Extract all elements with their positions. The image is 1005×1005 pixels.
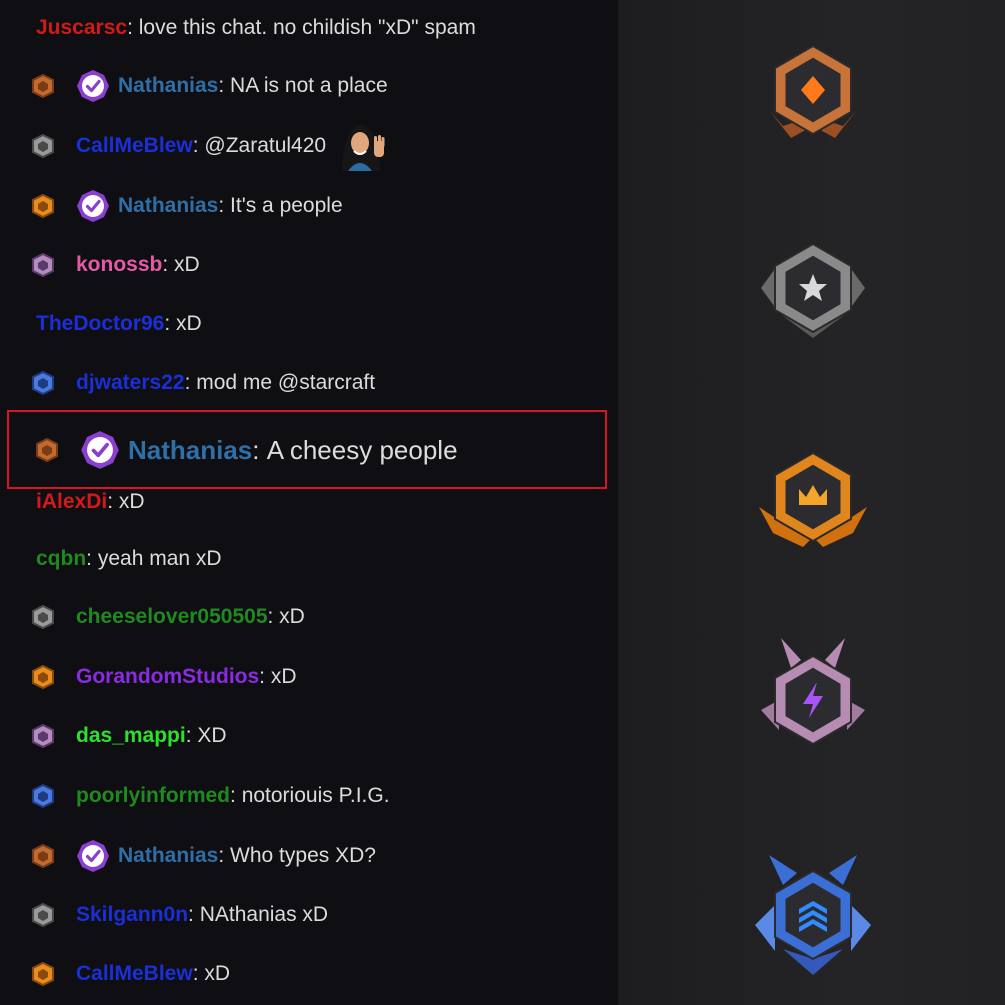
chat-message: Nathanias: It's a people — [30, 188, 343, 224]
silver-rank-icon — [761, 242, 865, 338]
rank-sidebar — [618, 0, 1005, 1005]
chat-text: @Zaratul420 — [204, 134, 327, 157]
chat-username[interactable]: Nathanias — [118, 194, 218, 218]
chat-username[interactable]: cqbn — [36, 547, 86, 571]
chat-message: CallMeBlew: xD — [30, 956, 230, 992]
purple-badge-icon — [32, 723, 54, 749]
chat-message: iAlexDi: xD — [36, 484, 145, 520]
chat-separator: : — [267, 605, 280, 628]
silver-badge-icon — [32, 133, 54, 159]
chat-text: mod me @starcraft — [196, 371, 376, 394]
chat-username[interactable]: CallMeBlew — [76, 962, 193, 986]
chat-message: das_mappi: XD — [30, 718, 227, 754]
chat-separator: : — [127, 16, 139, 39]
bronze-badge-icon — [32, 73, 54, 99]
chat-message: Nathanias: NA is not a place — [30, 68, 388, 104]
chat-message: poorlyinformed: notoriouis P.I.G. — [30, 778, 390, 814]
gold-badge-icon — [32, 961, 54, 987]
chat-separator: : — [218, 844, 231, 867]
chat-separator: : — [259, 665, 271, 688]
chat-text: It's a people — [230, 194, 343, 217]
chat-username[interactable]: djwaters22 — [76, 371, 185, 395]
chat-username[interactable]: CallMeBlew — [76, 134, 193, 158]
chat-text: Who types XD? — [230, 844, 376, 867]
chat-separator: : — [218, 74, 231, 97]
chat-separator: : — [164, 312, 177, 335]
chat-separator: : — [192, 962, 205, 985]
chat-text: xD — [174, 253, 200, 276]
chat-username[interactable]: das_mappi — [76, 724, 186, 748]
chat-separator: : — [192, 134, 205, 157]
blue-badge-icon — [32, 783, 54, 809]
chat-message: Skilgann0n: NAthanias xD — [30, 897, 328, 933]
chat-username[interactable]: Nathanias — [118, 74, 218, 98]
chat-message: Juscarsc: love this chat. no childish "x… — [36, 10, 476, 46]
chat-message: Nathanias: Who types XD? — [30, 838, 376, 874]
chat-text: NA is not a place — [230, 74, 388, 97]
blue-badge-icon — [32, 370, 54, 396]
chat-username[interactable]: Juscarsc — [36, 16, 127, 40]
chat-message: konossb: xD — [30, 247, 200, 283]
verified-icon — [77, 190, 109, 222]
chat-text: xD — [176, 312, 202, 335]
stream-chat-screen: Juscarsc: love this chat. no childish "x… — [0, 0, 1005, 1005]
silver-badge-icon — [32, 902, 54, 928]
chat-message: GorandomStudios: xD — [30, 659, 297, 695]
gold-badge-icon — [32, 664, 54, 690]
chat-text: xD — [118, 490, 145, 513]
gold-rank-icon — [759, 451, 867, 547]
chat-separator: : — [162, 253, 175, 276]
chat-text: notoriouis P.I.G. — [241, 784, 390, 807]
chat-text: love this chat. no childish "xD" spam — [138, 16, 476, 39]
chat-message: CallMeBlew: @Zaratul420 — [30, 125, 388, 171]
chat-message: djwaters22: mod me @starcraft — [30, 365, 375, 401]
chat-separator: : — [86, 547, 98, 570]
chat-message: cheeselover050505: xD — [30, 599, 305, 635]
chat-text: yeah man xD — [97, 547, 222, 570]
purple-badge-icon — [32, 252, 54, 278]
chat-username[interactable]: cheeselover050505 — [76, 605, 268, 629]
chat-separator: : — [184, 371, 197, 394]
verified-icon — [77, 840, 109, 872]
bronze-rank-icon — [769, 44, 857, 138]
silver-badge-icon — [32, 604, 54, 630]
highlight-box — [7, 410, 607, 489]
chat-username[interactable]: konossb — [76, 253, 162, 277]
chat-username[interactable]: iAlexDi — [36, 490, 107, 514]
chat-message: cqbn: yeah man xD — [36, 541, 222, 577]
chat-panel: Juscarsc: love this chat. no childish "x… — [0, 0, 618, 1005]
chat-username[interactable]: GorandomStudios — [76, 665, 259, 689]
verified-icon — [77, 70, 109, 102]
chat-text: xD — [279, 605, 305, 628]
chat-username[interactable]: TheDoctor96 — [36, 312, 164, 336]
chat-separator: : — [185, 724, 198, 747]
chat-username[interactable]: poorlyinformed — [76, 784, 230, 808]
gold-badge-icon — [32, 193, 54, 219]
rank-icons-panel — [755, 44, 871, 975]
chat-username[interactable]: Nathanias — [118, 844, 218, 868]
chat-separator: : — [230, 784, 242, 807]
bronze-badge-icon — [32, 843, 54, 869]
chat-username[interactable]: Skilgann0n — [76, 903, 188, 927]
chat-separator: : — [107, 490, 119, 513]
waving-woman-emote — [342, 125, 385, 171]
chat-text: xD — [270, 665, 297, 688]
chat-separator: : — [188, 903, 200, 926]
chat-text: XD — [197, 724, 227, 747]
chat-text: xD — [204, 962, 231, 985]
chat-message: TheDoctor96: xD — [36, 306, 202, 342]
diamond-rank-icon — [755, 855, 871, 975]
platinum-rank-icon — [761, 638, 865, 746]
chat-separator: : — [218, 194, 231, 217]
chat-text: NAthanias xD — [199, 903, 329, 926]
